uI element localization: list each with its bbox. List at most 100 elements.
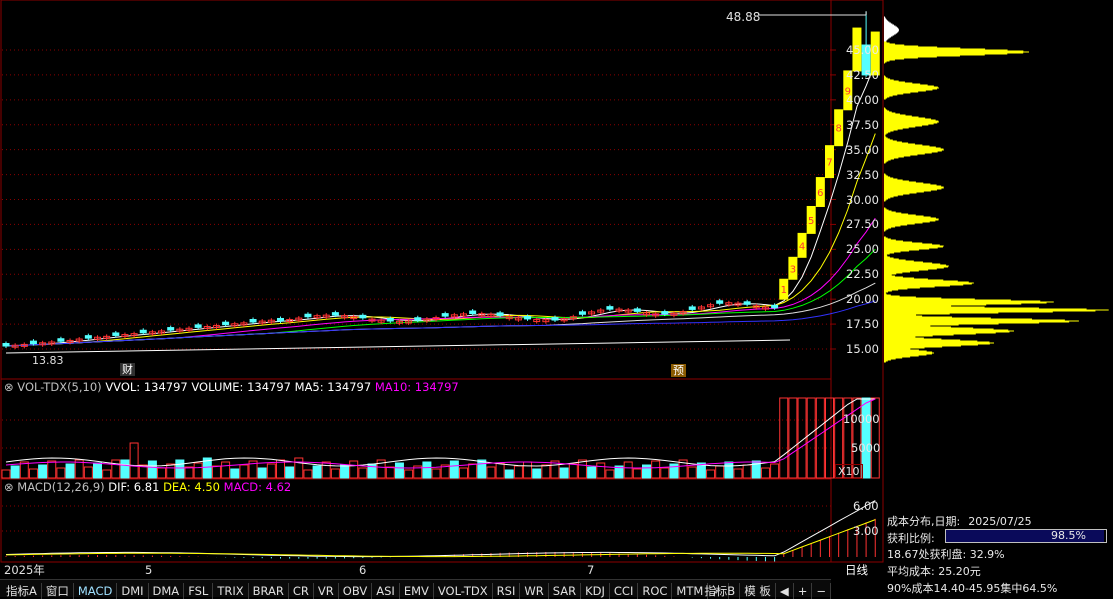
volume-bar: [404, 469, 414, 479]
volume-bar: [221, 461, 231, 479]
indicator-tab[interactable]: 指标A: [2, 583, 42, 599]
volume-bar: [815, 397, 825, 479]
right-tab[interactable]: +: [794, 583, 813, 599]
price-chart[interactable]: 13456789: [0, 0, 1113, 596]
volume-bar: [193, 462, 203, 479]
indicator-tab[interactable]: SAR: [549, 583, 582, 599]
indicator-tab[interactable]: VOL-TDX: [434, 583, 493, 599]
volume-bar: [559, 467, 569, 479]
vol-tick-10000: 10000: [843, 412, 880, 426]
indicator-tab[interactable]: 窗口: [42, 583, 74, 599]
ma60-line: [5, 282, 876, 347]
macd-dif: DIF: 6.81: [108, 480, 160, 494]
chip-date: 2025/07/25: [968, 515, 1032, 528]
high-price-marker: 48.88: [726, 10, 761, 24]
volume-bar: [340, 464, 350, 479]
ma10-line: [5, 133, 876, 347]
indicator-tab[interactable]: VR: [314, 583, 339, 599]
candle-body: [222, 321, 230, 326]
candle-body: [29, 340, 37, 345]
price-axis-tick: 25.00: [846, 242, 879, 257]
volume-bar: [486, 466, 496, 479]
sequence-mark: 8: [835, 124, 841, 135]
right-tab[interactable]: 指标B: [700, 583, 741, 599]
profit-ratio-label: 获利比例:: [887, 532, 935, 545]
vol-ma10: MA10: 134797: [374, 380, 459, 394]
chip-distribution: [884, 16, 1109, 363]
candle-body: [414, 317, 422, 321]
indicator-tabs-right: 指标B 模 板 ◀ + −: [700, 580, 831, 599]
volume-bar: [596, 462, 606, 479]
volume-bar: [733, 468, 743, 479]
indicator-tab[interactable]: CR: [289, 583, 314, 599]
volume-bar: [230, 468, 240, 479]
vol-vvol: VVOL: 134797: [105, 380, 188, 394]
profit-ratio-bar: 98.5%: [945, 529, 1107, 543]
volume-bars: [1, 397, 880, 479]
indicator-tab[interactable]: ASI: [372, 583, 400, 599]
volume-bar: [477, 459, 487, 479]
indicator-tab[interactable]: DMA: [149, 583, 185, 599]
vol-collapse-icon[interactable]: ⊗: [4, 380, 14, 394]
candle-body: [496, 312, 504, 316]
indicator-tab[interactable]: MACD: [74, 583, 118, 599]
price-axis-tick: 30.00: [846, 192, 879, 207]
right-tab[interactable]: 模 板: [740, 583, 776, 599]
period-selector[interactable]: 日线: [845, 564, 868, 577]
volume-bar: [706, 469, 716, 479]
sequence-mark: 1: [781, 285, 787, 296]
candle-body: [633, 308, 641, 312]
indicator-tab[interactable]: CCI: [610, 583, 639, 599]
volume-bar: [257, 467, 267, 479]
candle-body: [771, 304, 779, 309]
indicator-tab[interactable]: KDJ: [581, 583, 610, 599]
profit-line: 18.67处获利盘: 32.9%: [887, 548, 1005, 561]
low-price-marker: 13.83: [32, 354, 64, 367]
indicator-tab[interactable]: OBV: [339, 583, 373, 599]
macd-panel-header: ⊗ MACD(12,26,9) DIF: 6.81 DEA: 4.50 MACD…: [4, 481, 291, 494]
macd-tick-6: 6.00: [853, 499, 879, 513]
indicator-tab[interactable]: EMV: [400, 583, 434, 599]
indicator-tabs: 指标A 窗口 MACD DMI DMA FSL TRIX BRAR CR VR OBV ASI EMV V…: [2, 580, 729, 599]
volume-bar: [312, 465, 322, 479]
volume-bar: [239, 464, 249, 479]
volume-bar: [788, 397, 798, 479]
x-axis-label-jul: 7: [587, 563, 595, 577]
volume-bar: [715, 465, 725, 479]
profit-ratio-value: 98.5%: [1051, 529, 1086, 542]
volume-bar: [651, 460, 661, 479]
indicator-tab[interactable]: DMI: [117, 583, 149, 599]
indicator-tab[interactable]: WR: [520, 583, 549, 599]
candle-body: [551, 317, 559, 321]
right-tab[interactable]: −: [812, 583, 831, 599]
volume-bar: [358, 467, 368, 479]
candle-body: [112, 332, 120, 336]
volume-bar: [770, 463, 780, 479]
indicator-tab[interactable]: RSI: [493, 583, 521, 599]
volume-bar: [303, 469, 313, 479]
indicator-tab[interactable]: BRAR: [249, 583, 289, 599]
indicator-tab[interactable]: ROC: [638, 583, 673, 599]
indicator-tab[interactable]: TRIX: [213, 583, 249, 599]
price-axis-tick: 42.50: [846, 67, 879, 82]
volume-bar: [504, 469, 514, 479]
price-axis-tick: 17.50: [846, 317, 879, 332]
indicator-tab[interactable]: FSL: [184, 583, 214, 599]
macd-dea: DEA: 4.50: [163, 480, 220, 494]
volume-bar: [65, 463, 75, 479]
volume-bar: [157, 467, 167, 479]
candle-body: [194, 324, 202, 328]
volume-bar: [1, 469, 11, 479]
volume-bar: [623, 461, 633, 479]
macd-collapse-icon[interactable]: ⊗: [4, 480, 14, 494]
volume-bar: [38, 464, 48, 479]
event-marker-caiwu[interactable]: 财: [120, 363, 135, 376]
volume-bar: [431, 468, 441, 479]
volume-bar: [760, 467, 770, 479]
volume-bar: [495, 462, 505, 479]
volume-bar: [56, 467, 66, 479]
event-marker-yu[interactable]: 预: [671, 364, 686, 377]
volume-bar: [513, 465, 523, 479]
vol-ma5: MA5: 134797: [294, 380, 372, 394]
right-tab[interactable]: ◀: [776, 583, 794, 599]
